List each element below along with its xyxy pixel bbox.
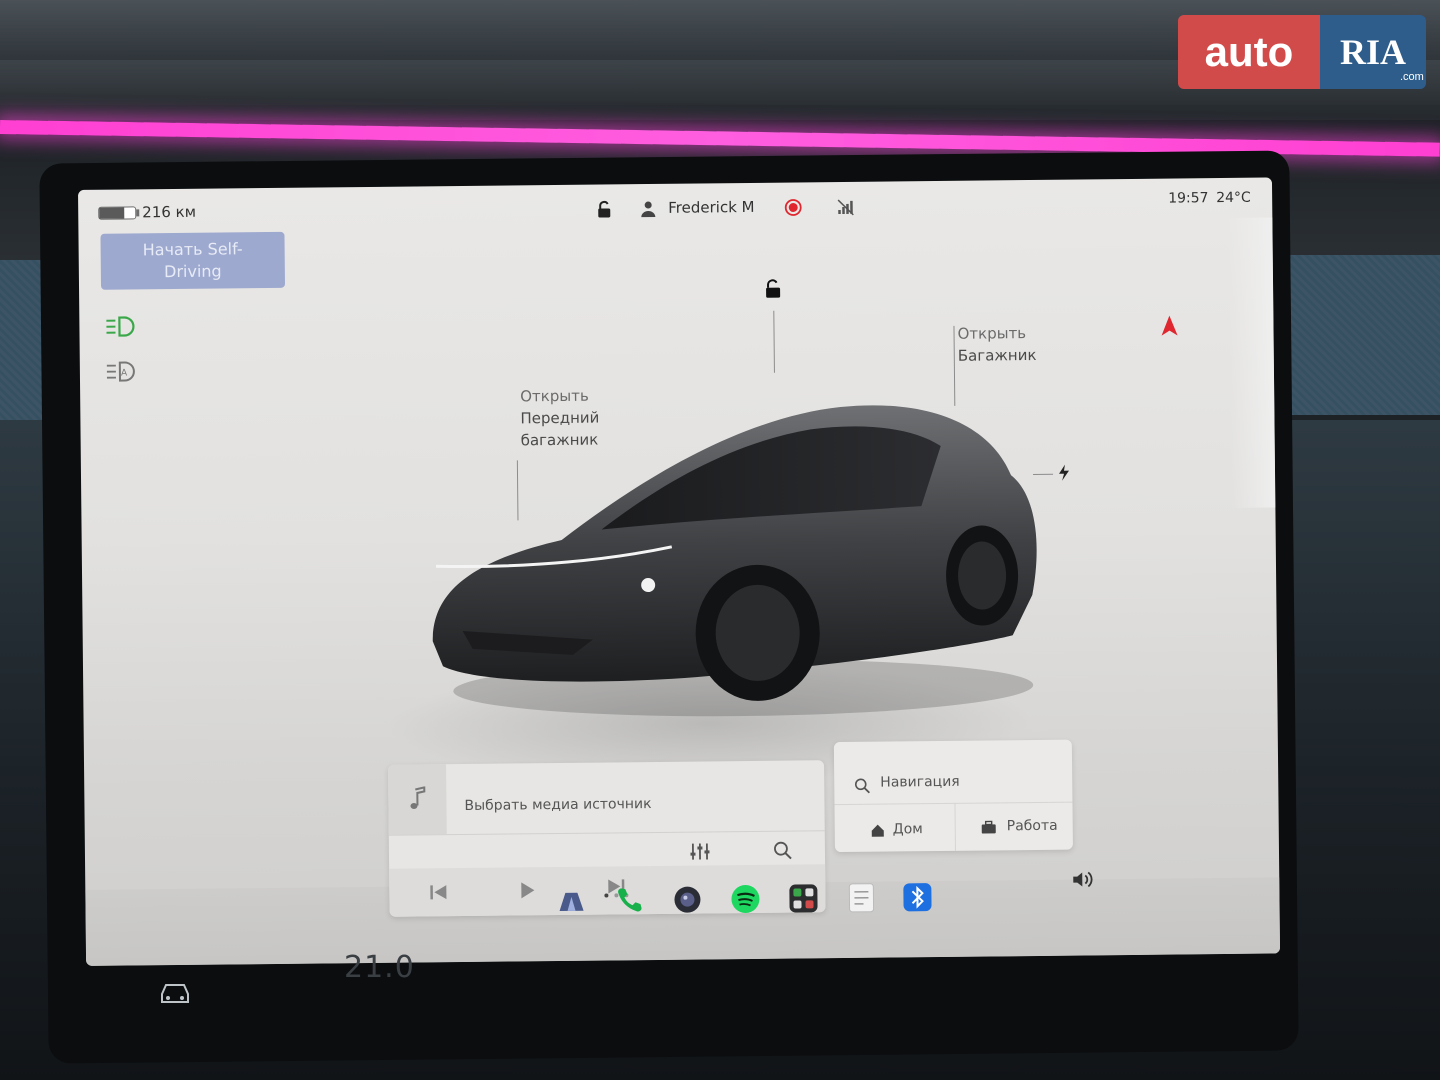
map-peek[interactable]	[1228, 217, 1276, 508]
media-divider	[388, 830, 825, 836]
dashboard-fabric-right	[1290, 255, 1440, 415]
vehicle-render[interactable]	[410, 385, 1054, 732]
record-icon[interactable]	[784, 198, 802, 216]
self-driving-label-line2: Driving	[163, 261, 222, 282]
car-lock-icon[interactable]	[764, 279, 782, 299]
headlight-icon[interactable]	[103, 314, 135, 338]
nav-vertical-divider	[954, 802, 956, 851]
nav-arrow-icon	[1161, 315, 1178, 336]
svg-text:A: A	[121, 368, 128, 378]
self-driving-label-line1: Начать Self-	[142, 239, 243, 260]
camera-icon[interactable]	[555, 885, 587, 917]
bluetooth-icon[interactable]	[901, 881, 933, 913]
battery-cap	[136, 209, 140, 217]
briefcase-icon	[981, 820, 996, 834]
open-frunk-button[interactable]: Открыть Передний багажник	[520, 385, 600, 452]
music-note-icon	[410, 786, 426, 810]
navigation-card[interactable]: Навигация Дом Работа	[833, 739, 1073, 853]
home-icon	[871, 824, 884, 837]
nav-home-button[interactable]: Дом	[893, 821, 923, 837]
prev-icon[interactable]	[429, 884, 447, 900]
trunk-callout-line	[953, 325, 956, 406]
notes-icon[interactable]	[845, 882, 877, 914]
driver-profile-name[interactable]: Frederick M	[668, 198, 755, 217]
spotify-icon[interactable]	[729, 883, 761, 915]
frunk-label-line2: Передний	[520, 408, 600, 428]
charge-callout-line	[1033, 473, 1054, 476]
dashcam-icon[interactable]	[671, 883, 703, 915]
volume-icon[interactable]	[1071, 869, 1095, 889]
app-dock	[555, 881, 936, 935]
clock: 19:57	[1168, 190, 1209, 207]
frunk-label-line1: Открыть	[520, 386, 589, 406]
frunk-label-line3: багажник	[520, 430, 599, 450]
choose-media-source[interactable]: Выбрать медиа источник	[464, 796, 651, 814]
driver-icon[interactable]	[640, 200, 658, 218]
phone-icon[interactable]	[613, 884, 645, 916]
auto-headlight-icon[interactable]: A	[104, 359, 136, 383]
no-signal-icon[interactable]	[836, 198, 854, 216]
watermark-com: .com	[1400, 71, 1424, 83]
play-icon[interactable]	[519, 881, 535, 899]
start-self-driving-button[interactable]: Начать Self- Driving	[100, 231, 286, 290]
charge-port-icon[interactable]	[1057, 464, 1071, 482]
apps-icon[interactable]	[787, 882, 819, 914]
lock-icon[interactable]	[596, 200, 612, 218]
range-readout[interactable]: 216 км	[142, 203, 196, 222]
watermark-auto: auto	[1178, 15, 1320, 89]
touchscreen: 216 км Frederick M 19:57 24°C Начать Sel…	[78, 177, 1281, 966]
cabin-temperature[interactable]: 21.0	[344, 950, 415, 985]
autoria-watermark: auto RIA .com	[1178, 15, 1426, 89]
trunk-label-line1: Открыть	[957, 324, 1027, 343]
trunk-label-line2: Багажник	[957, 345, 1037, 365]
nav-work-button[interactable]: Работа	[1007, 818, 1058, 835]
equalizer-icon[interactable]	[689, 841, 711, 861]
search-icon[interactable]	[773, 841, 793, 861]
lock-callout-line	[773, 310, 775, 373]
battery-fill	[99, 207, 125, 219]
outside-temperature: 24°C	[1216, 189, 1251, 207]
media-artwork[interactable]	[388, 764, 447, 835]
open-trunk-button[interactable]: Открыть Багажник	[957, 322, 1036, 367]
car-icon[interactable]	[158, 980, 192, 1006]
nav-search-icon	[854, 778, 870, 794]
navigation-search[interactable]: Навигация	[880, 774, 960, 791]
battery-indicator[interactable]	[98, 206, 137, 220]
